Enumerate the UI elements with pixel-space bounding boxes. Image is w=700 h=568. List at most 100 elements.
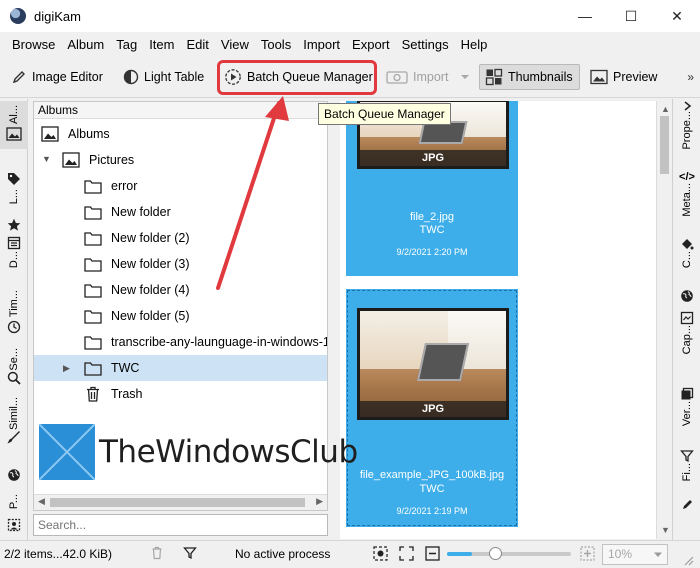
left-tab-labels-label: L... — [8, 189, 20, 205]
globe-icon[interactable] — [7, 468, 21, 482]
camera-icon — [386, 71, 408, 84]
thumbnails-button[interactable]: Thumbnails — [479, 64, 580, 90]
chevron-right-icon — [684, 101, 692, 111]
trash-icon[interactable] — [150, 546, 164, 560]
albums-search-field[interactable] — [33, 514, 328, 536]
watermark-text: TheWindowsClub — [99, 434, 358, 470]
tree-item-folder-new-folder[interactable]: New folder — [34, 199, 327, 225]
zoom-fit-icon[interactable] — [373, 546, 388, 561]
tree-item-folder-new-folder-4[interactable]: New folder (4) — [34, 277, 327, 303]
star-icon[interactable] — [7, 218, 21, 232]
tree-item-trash[interactable]: Trash — [34, 381, 327, 407]
scroll-down-arrow[interactable]: ▼ — [661, 525, 670, 535]
minimize-button[interactable]: — — [562, 0, 608, 32]
zoom-in-icon[interactable] — [580, 546, 595, 561]
scroll-left-arrow[interactable]: ◀ — [38, 496, 45, 507]
file-type-badge: JPG — [360, 150, 506, 166]
chevron-down-icon — [461, 75, 470, 79]
scrollbar-thumb[interactable] — [50, 498, 305, 507]
left-sidebar-tabs: Al... L... D... Tim... Se... Simil... P.… — [0, 99, 28, 540]
tree-item-albums-root[interactable]: Albums — [34, 121, 327, 147]
light-table-button[interactable]: Light Table — [118, 64, 209, 90]
thumbnail-vertical-scrollbar[interactable]: ▲ ▼ — [656, 101, 672, 539]
code-icon: </> — [679, 171, 695, 183]
albums-search-input[interactable] — [38, 518, 327, 532]
digikam-app-icon — [10, 8, 26, 24]
scrollbar-thumb[interactable] — [660, 116, 669, 174]
menu-item[interactable]: Item — [143, 37, 180, 52]
face-icon[interactable] — [7, 518, 21, 532]
left-tab-people[interactable]: P... — [0, 494, 28, 516]
menu-import[interactable]: Import — [297, 37, 346, 52]
tree-item-folder-error[interactable]: error — [34, 173, 327, 199]
left-tab-timeline[interactable]: Tim... — [0, 290, 28, 320]
image-preview-icon — [590, 69, 608, 85]
brush-icon[interactable] — [7, 430, 21, 444]
import-button[interactable]: Import — [381, 64, 482, 90]
menu-settings[interactable]: Settings — [396, 37, 455, 52]
right-tab-versions[interactable]: Ver... — [673, 387, 700, 437]
scroll-up-arrow[interactable]: ▲ — [661, 104, 670, 114]
menu-tools[interactable]: Tools — [255, 37, 297, 52]
right-tab-properties[interactable]: Prope... — [673, 101, 700, 159]
process-status: No active process — [235, 547, 331, 561]
zoom-slider-handle[interactable] — [488, 547, 502, 560]
menu-browse[interactable]: Browse — [6, 37, 61, 52]
albums-horizontal-scrollbar[interactable]: ◀ ▶ — [34, 494, 327, 510]
right-tab-filters[interactable]: Fi... — [673, 449, 700, 493]
status-bar: 2/2 items...42.0 KiB) No active process … — [0, 540, 700, 568]
zoom-actual-size-icon[interactable] — [399, 546, 414, 561]
right-tab-colors[interactable]: C... — [673, 237, 700, 281]
right-tab-metadata[interactable]: </> Meta... — [673, 171, 700, 231]
right-tab-captions[interactable]: Cap... — [673, 311, 700, 373]
toolbar-overflow-button[interactable]: » — [687, 70, 694, 84]
folder-icon — [84, 284, 102, 298]
trash-icon — [87, 386, 99, 402]
menu-edit[interactable]: Edit — [180, 37, 214, 52]
calendar-icon[interactable] — [7, 236, 21, 250]
thumbnail-item[interactable]: JPG file_example_JPG_100kB.jpg TWC 9/2/2… — [346, 289, 518, 527]
caption-icon — [680, 311, 694, 325]
resize-grip-icon[interactable] — [681, 553, 695, 567]
tree-item-label: New folder (5) — [111, 309, 190, 323]
left-tab-search[interactable]: Se... — [0, 348, 28, 372]
right-tab-properties-label: Prope... — [681, 111, 693, 150]
pen-icon[interactable] — [680, 498, 694, 512]
menu-album[interactable]: Album — [61, 37, 110, 52]
thumbnail-filename: file_example_JPG_100kB.jpg — [359, 469, 505, 481]
menu-help[interactable]: Help — [455, 37, 494, 52]
filter-icon[interactable] — [183, 546, 197, 560]
tree-item-pictures[interactable]: Pictures — [34, 147, 327, 173]
left-tab-albums[interactable]: Al... — [0, 101, 28, 149]
left-tab-dates[interactable]: D... — [0, 251, 28, 273]
left-tab-similarity[interactable]: Simil... — [0, 397, 28, 430]
zoom-level-combobox[interactable]: 10% — [602, 544, 668, 565]
clock-icon[interactable] — [7, 320, 21, 334]
tree-item-folder-transcribe[interactable]: transcribe-any-launguage-in-windows-11 — [34, 329, 327, 355]
thumbnail-item[interactable]: JPG file_2.jpg TWC 9/2/2021 2:20 PM — [346, 101, 518, 276]
menu-tag[interactable]: Tag — [110, 37, 143, 52]
thumbnail-filename: file_2.jpg — [409, 211, 455, 223]
preview-button[interactable]: Preview — [585, 64, 662, 90]
tree-item-folder-new-folder-5[interactable]: New folder (5) — [34, 303, 327, 329]
globe-icon[interactable] — [680, 289, 694, 303]
filter-icon — [680, 450, 694, 463]
menu-view[interactable]: View — [215, 37, 255, 52]
windows-club-logo — [39, 424, 95, 480]
left-tab-labels[interactable]: L... — [0, 189, 28, 211]
tree-item-folder-new-folder-3[interactable]: New folder (3) — [34, 251, 327, 277]
zoom-out-icon[interactable] — [425, 546, 440, 561]
menu-export[interactable]: Export — [346, 37, 396, 52]
zoom-slider[interactable] — [447, 547, 571, 560]
right-tab-captions-label: Cap... — [681, 325, 693, 355]
image-editor-button[interactable]: Image Editor — [6, 64, 108, 90]
maximize-button[interactable]: ☐ — [608, 0, 654, 32]
search-icon[interactable] — [7, 371, 21, 385]
tree-item-folder-twc[interactable]: ▶ TWC — [34, 355, 327, 381]
tag-icon[interactable] — [7, 172, 21, 186]
tree-item-folder-new-folder-2[interactable]: New folder (2) — [34, 225, 327, 251]
expand-arrow-icon[interactable]: ▶ — [63, 363, 70, 374]
scroll-right-arrow[interactable]: ▶ — [316, 496, 323, 507]
right-tab-filters-label: Fi... — [681, 463, 693, 482]
close-button[interactable]: ✕ — [654, 0, 700, 32]
